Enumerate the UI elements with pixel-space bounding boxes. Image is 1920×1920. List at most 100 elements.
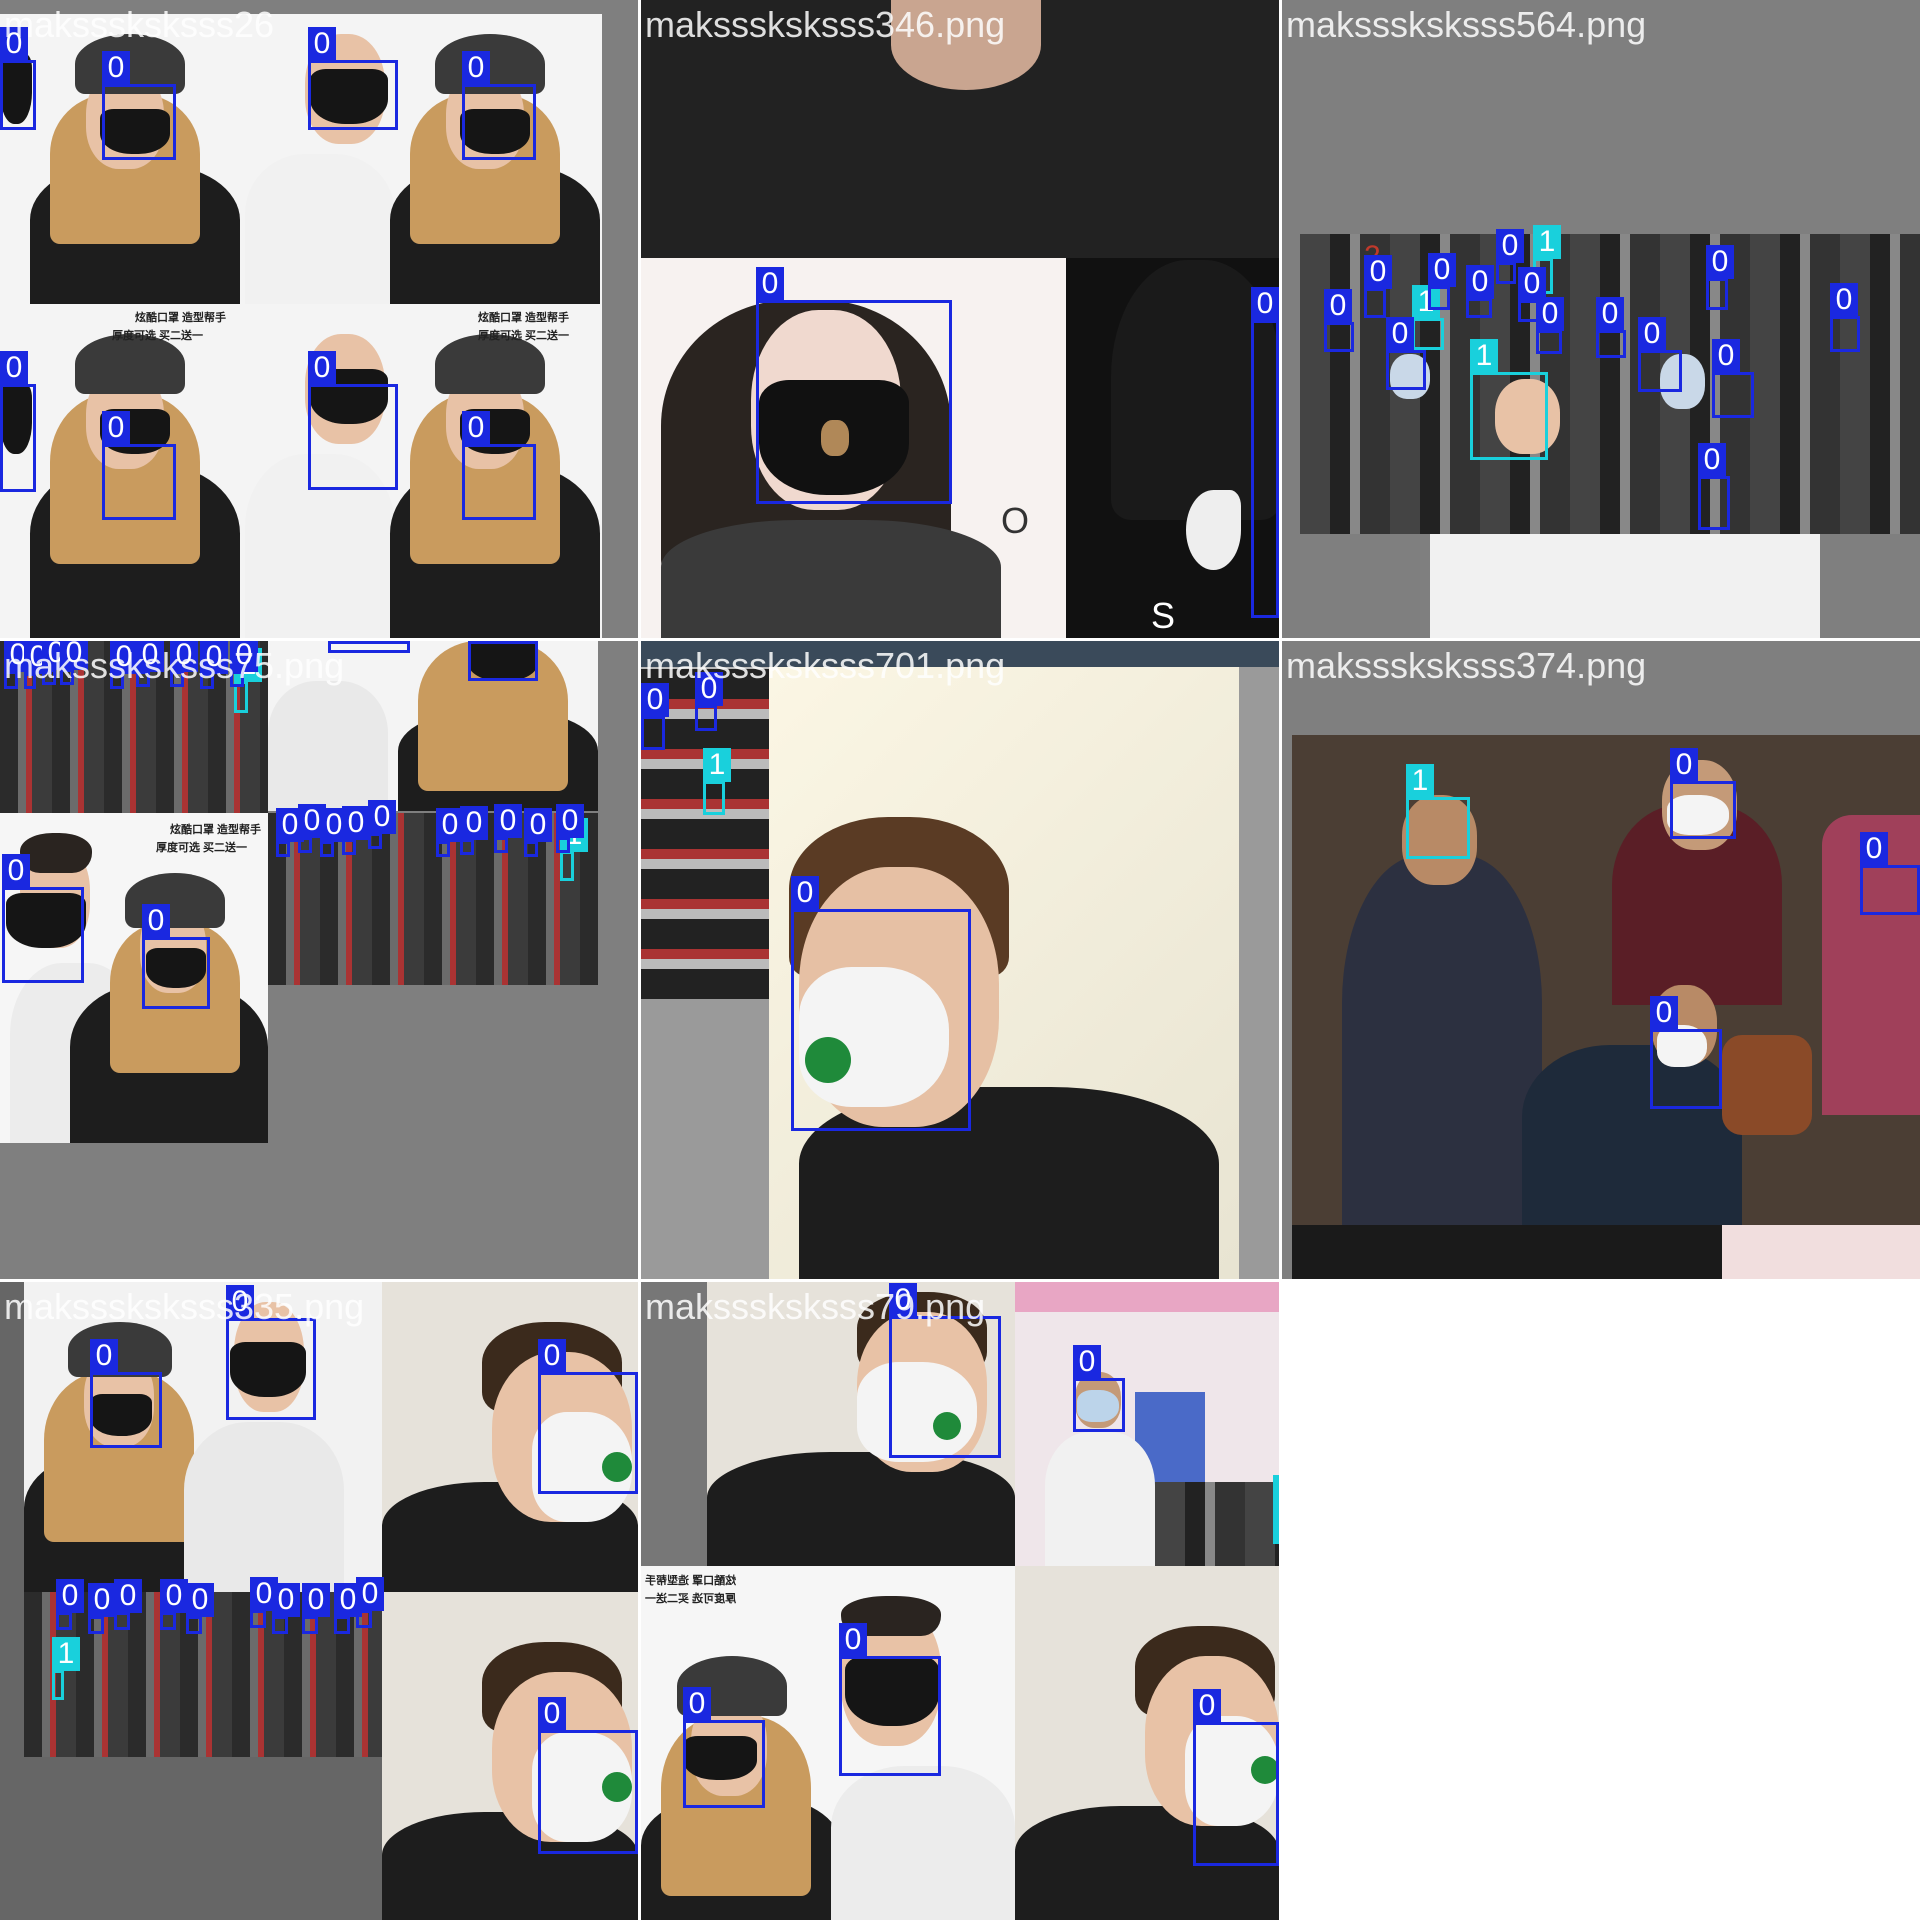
box-class-0[interactable]: 0 bbox=[114, 1579, 142, 1630]
box-class-0[interactable]: 0 bbox=[538, 1339, 638, 1494]
box-class-0[interactable]: 0 bbox=[468, 641, 538, 681]
box-class-0[interactable]: 0 bbox=[342, 806, 370, 855]
box-class-0[interactable]: 0 bbox=[1364, 255, 1392, 318]
box-class-0[interactable]: 0 bbox=[1650, 996, 1722, 1109]
box-class-0[interactable]: 0 bbox=[102, 411, 176, 520]
tile-5[interactable]: maksssksksss701.png 0 0 1 0 bbox=[641, 641, 1279, 1279]
box-class-0[interactable]: 0 bbox=[1596, 297, 1626, 358]
caption-2: 厚度可选 买二送一 bbox=[112, 330, 204, 342]
class-label: 0 bbox=[1860, 832, 1888, 866]
box-class-0[interactable]: 0 bbox=[494, 804, 522, 853]
box-class-0[interactable]: 0 bbox=[308, 27, 398, 130]
box-class-0[interactable]: 0 bbox=[462, 51, 536, 160]
box-class-1[interactable]: 1 bbox=[1273, 1475, 1279, 1544]
class-label: 0 bbox=[462, 411, 490, 445]
caption-7: 炫酷口罩 造型帮手 bbox=[645, 1575, 737, 1587]
box-class-0[interactable]: 0 bbox=[683, 1687, 765, 1808]
box-class-1[interactable]: 1 bbox=[560, 818, 588, 881]
box-class-0[interactable]: 0 bbox=[90, 1339, 162, 1448]
tile-8[interactable]: 炫酷口罩 造型帮手 厚度可选 买二送一 maksssksksss79.png 0… bbox=[641, 1282, 1279, 1920]
box-class-0[interactable]: 0 bbox=[1698, 443, 1730, 530]
box-class-0[interactable]: 0 bbox=[88, 1583, 116, 1634]
tile-1[interactable]: 炫酷口罩 造型帮手 厚度可选 买二送一 炫酷口罩 造型帮手 厚度可选 买二送一 … bbox=[0, 0, 638, 638]
box-class-0[interactable]: 0 bbox=[1386, 317, 1426, 390]
box-class-0[interactable]: 0 bbox=[0, 27, 36, 130]
box-class-0[interactable]: 0 bbox=[556, 804, 584, 853]
box-class-0[interactable]: 0 bbox=[1428, 253, 1456, 310]
box-class-0[interactable]: 0 bbox=[102, 51, 176, 160]
box-class-0[interactable]: 0 bbox=[56, 1579, 84, 1630]
box-class-0[interactable]: 0 bbox=[250, 1577, 278, 1628]
box-class-0[interactable]: 0 bbox=[308, 351, 398, 490]
box-class-0[interactable]: 0 bbox=[462, 411, 536, 520]
box-class-0[interactable]: 0 bbox=[368, 800, 396, 849]
box-class-0[interactable]: 0 bbox=[226, 1285, 316, 1420]
box-class-0[interactable]: 0 bbox=[756, 267, 952, 504]
class-label: 0 bbox=[538, 1697, 566, 1731]
box-class-0[interactable]: 0 bbox=[302, 1583, 330, 1634]
box-class-0[interactable]: 0 bbox=[538, 1697, 638, 1854]
class-label: 0 bbox=[1638, 317, 1666, 351]
box-class-0[interactable]: 0 bbox=[1712, 339, 1754, 418]
box-class-0[interactable]: 0 bbox=[524, 808, 552, 857]
box-class-0[interactable]: 0 bbox=[272, 1583, 300, 1634]
box-class-0[interactable]: 0 bbox=[695, 672, 723, 731]
box-class-0[interactable]: 0 bbox=[276, 808, 304, 857]
box-class-0[interactable]: 0 bbox=[1638, 317, 1682, 392]
box-class-0[interactable]: 0 bbox=[460, 806, 488, 855]
tile-3[interactable]: 2 maksssksksss564.png 1 1 1 0 0 0 0 0 0 … bbox=[1282, 0, 1920, 638]
box-class-0[interactable]: 0 bbox=[889, 1283, 1001, 1458]
box-class-0[interactable]: 0 bbox=[1706, 245, 1734, 310]
box-class-0[interactable]: 0 bbox=[334, 1583, 362, 1634]
box-class-0[interactable]: 0 bbox=[1466, 265, 1494, 318]
class-label: 1 bbox=[703, 748, 731, 782]
box-class-0[interactable]: 0 bbox=[298, 804, 326, 853]
class-label: 0 bbox=[56, 1579, 84, 1613]
box-class-0[interactable]: 0 bbox=[160, 1579, 188, 1630]
box-class-0[interactable]: 0 bbox=[1193, 1689, 1279, 1866]
box-class-0[interactable]: 0 bbox=[1073, 1345, 1125, 1432]
box-class-1[interactable]: 1 bbox=[1412, 285, 1444, 350]
box-class-0[interactable]: 0 bbox=[0, 351, 36, 492]
box-class-0[interactable]: 0 bbox=[1536, 297, 1564, 354]
tile-filename: maksssksksss374.png bbox=[1286, 645, 1647, 686]
box-class-0[interactable]: 0 bbox=[2, 854, 84, 983]
box-class-1[interactable]: 1 bbox=[1470, 339, 1548, 460]
caption-4: 厚度可选 买二送一 bbox=[478, 330, 570, 342]
tile-2[interactable]: O S maksssksksss346.png 0 0 bbox=[641, 0, 1279, 638]
tile-6[interactable]: maksssksksss374.png 1 0 0 0 bbox=[1282, 641, 1920, 1279]
box-class-0[interactable]: 0 bbox=[1324, 289, 1354, 352]
class-label: 0 bbox=[2, 854, 30, 888]
box-class-0[interactable]: 0 bbox=[1496, 229, 1524, 284]
box-class-0[interactable]: 0 bbox=[641, 683, 669, 750]
class-label: 0 bbox=[356, 1577, 384, 1611]
class-label: 0 bbox=[1496, 229, 1524, 263]
box-class-0[interactable]: 0 bbox=[1860, 832, 1920, 915]
tile-filename: maksssksksss79.png bbox=[645, 1286, 986, 1327]
text-s: S bbox=[1151, 595, 1176, 636]
box-class-0[interactable]: 0 bbox=[356, 1577, 384, 1628]
box-class-0[interactable]: 0 bbox=[1251, 287, 1279, 618]
class-label: 1 bbox=[52, 1637, 80, 1671]
tile-filename: maksssksksss335.png bbox=[4, 1286, 365, 1327]
box-class-0[interactable]: 0 bbox=[142, 904, 210, 1009]
class-label: 0 bbox=[1698, 443, 1726, 477]
class-label: 0 bbox=[1073, 1345, 1101, 1379]
tile-2-image: O S bbox=[641, 0, 1279, 638]
box-class-0[interactable]: 0 bbox=[320, 808, 348, 857]
class-label: 0 bbox=[308, 27, 336, 61]
tile-4[interactable]: 炫酷口罩 造型帮手 厚度可选 买二送一 maksssksksss75.png 1… bbox=[0, 641, 638, 1279]
box-class-1[interactable]: 1 bbox=[703, 748, 731, 815]
box-class-0[interactable]: 0 bbox=[436, 808, 464, 857]
box-class-1[interactable]: 1 bbox=[52, 1637, 80, 1700]
class-label: 0 bbox=[1712, 339, 1740, 373]
box-class-0[interactable]: 0 bbox=[186, 1583, 214, 1634]
box-class-0[interactable]: 0 bbox=[1670, 748, 1736, 839]
class-label: 0 bbox=[524, 808, 552, 842]
box-class-0[interactable]: 0 bbox=[839, 1623, 941, 1776]
box-class-0[interactable]: 0 bbox=[791, 876, 971, 1131]
class-label: 0 bbox=[683, 1687, 711, 1721]
tile-7[interactable]: maksssksksss335.png 0 0 0 0 1 0 0 0 0 0 … bbox=[0, 1282, 638, 1920]
box-class-1[interactable]: 1 bbox=[1406, 764, 1470, 859]
box-class-0[interactable]: 0 bbox=[1830, 283, 1860, 352]
